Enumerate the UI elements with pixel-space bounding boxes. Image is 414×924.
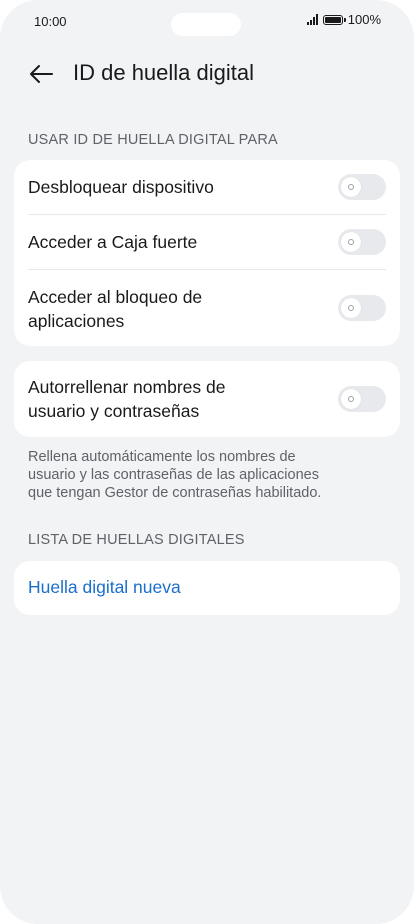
row-app-lock[interactable]: Acceder al bloqueo de aplicaciones (14, 270, 400, 346)
help-line2: usuario y las contraseñas de las aplicac… (28, 467, 319, 483)
unlock-device-toggle[interactable] (338, 174, 386, 200)
header: ID de huella digital (0, 52, 414, 94)
safe-access-label: Acceder a Caja fuerte (28, 232, 198, 252)
app-lock-label-line2: aplicaciones (28, 311, 125, 331)
status-bar: 10:00 100% (0, 0, 414, 46)
new-fingerprint-link[interactable]: Huella digital nueva (28, 577, 181, 598)
camera-cutout (171, 13, 241, 36)
row-safe-access[interactable]: Acceder a Caja fuerte (14, 215, 400, 270)
autofill-label: Autorrellenar nombres de usuario y contr… (28, 375, 225, 423)
signal-icon (306, 14, 318, 25)
autofill-card: Autorrellenar nombres de usuario y contr… (14, 361, 400, 437)
app-lock-toggle[interactable] (338, 295, 386, 321)
unlock-device-label: Desbloquear dispositivo (28, 177, 214, 197)
phone-screen: 10:00 100% ID de huella digital USAR ID … (0, 0, 414, 924)
toggle-knob (341, 298, 361, 318)
help-line3: que tengan Gestor de contraseñas habilit… (28, 485, 322, 501)
status-time: 10:00 (34, 14, 67, 29)
arrow-left-icon (30, 65, 53, 83)
status-indicators: 100% (306, 12, 381, 27)
section-label-fingerprint-list: LISTA DE HUELLAS DIGITALES (28, 532, 245, 548)
autofill-label-line2: usuario y contraseñas (28, 401, 200, 421)
fingerprint-list-card: Huella digital nueva (14, 561, 400, 615)
autofill-label-line1: Autorrellenar nombres de (28, 377, 226, 397)
row-unlock-device[interactable]: Desbloquear dispositivo (14, 160, 400, 215)
app-lock-label-line1: Acceder al bloqueo de (28, 287, 203, 307)
autofill-toggle[interactable] (338, 386, 386, 412)
help-line1: Rellena automáticamente los nombres de (28, 449, 296, 465)
autofill-help-text: Rellena automáticamente los nombres de u… (28, 448, 388, 502)
page-title: ID de huella digital (73, 60, 255, 85)
use-options-card: Desbloquear dispositivo Acceder a Caja f… (14, 160, 400, 346)
app-lock-label: Acceder al bloqueo de aplicaciones (28, 285, 202, 333)
battery-icon (322, 14, 346, 25)
section-label-use: USAR ID DE HUELLA DIGITAL PARA (28, 132, 278, 148)
safe-access-toggle[interactable] (338, 229, 386, 255)
toggle-knob (341, 389, 361, 409)
toggle-knob (341, 232, 361, 252)
battery-percent: 100% (347, 12, 381, 27)
toggle-knob (341, 177, 361, 197)
back-button[interactable] (26, 59, 56, 89)
row-autofill[interactable]: Autorrellenar nombres de usuario y contr… (14, 361, 400, 437)
